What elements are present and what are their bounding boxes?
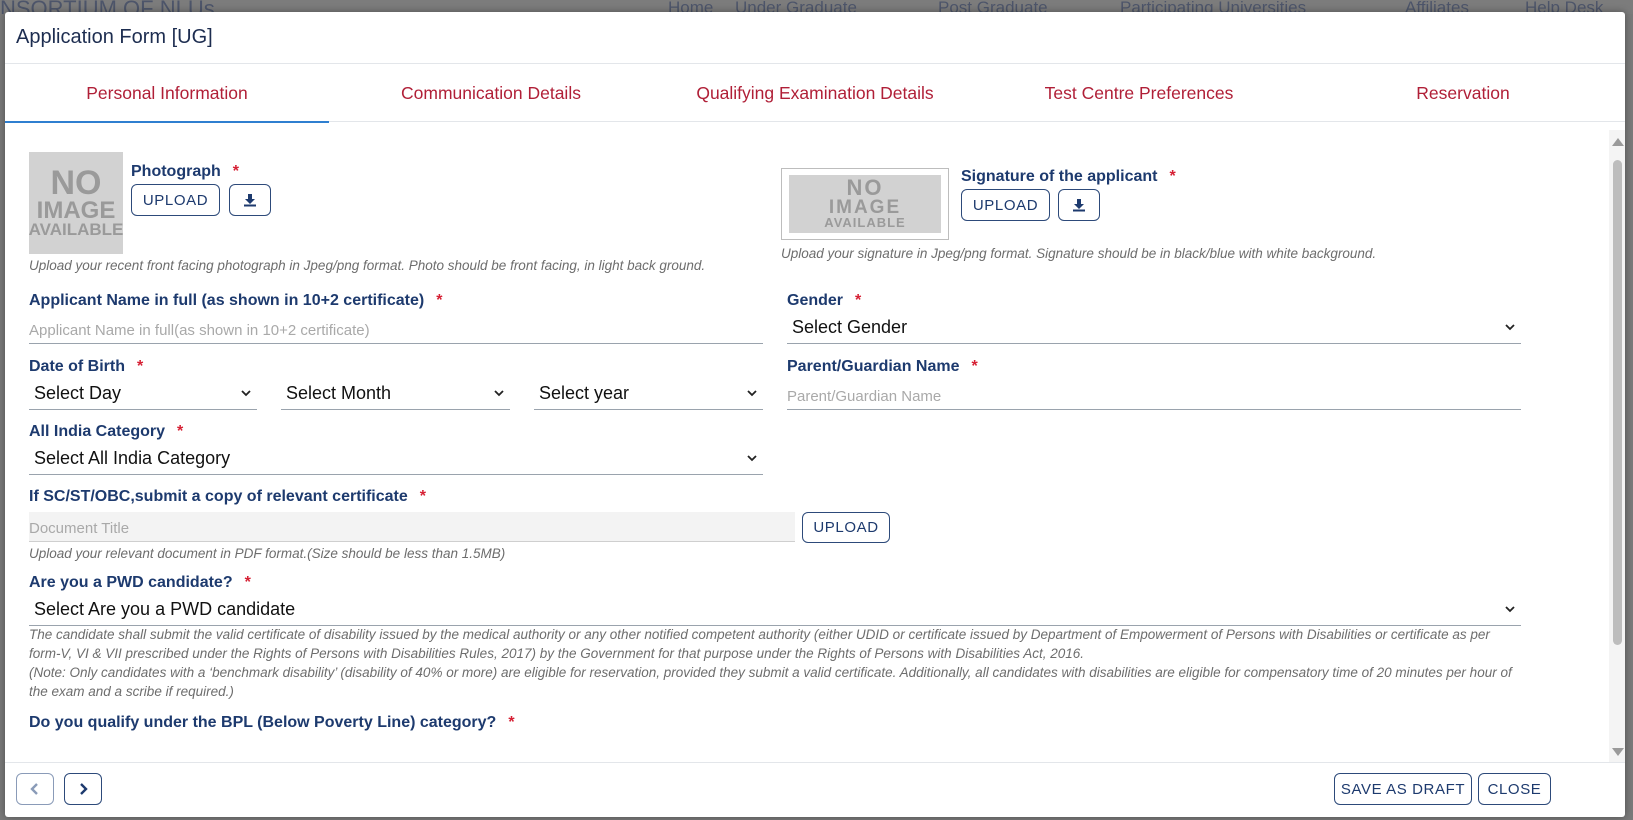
dob-label-text: Date of Birth [29, 358, 125, 375]
bpl-label-text: Do you qualify under the BPL (Below Pove… [29, 714, 497, 731]
gender-select[interactable]: Select Gender [787, 312, 1521, 344]
tab-reservation[interactable]: Reservation [1301, 64, 1625, 122]
photo-label-text: Photograph [131, 163, 221, 180]
modal-footer: SAVE AS DRAFT CLOSE [5, 762, 1625, 817]
signature-label: Signature of the applicant * [961, 168, 1176, 186]
dob-month-select[interactable]: Select Month [281, 378, 510, 410]
form-body: NO IMAGE AVAILABLE Photograph * UPLOAD Up… [5, 122, 1625, 762]
scroll-up-arrow-icon[interactable] [1612, 138, 1624, 146]
tab-communication-details[interactable]: Communication Details [329, 64, 653, 122]
chevron-down-icon [241, 390, 251, 397]
required-marker: * [137, 358, 144, 375]
pwd-label: Are you a PWD candidate? * [29, 574, 251, 592]
chevron-down-icon [747, 390, 757, 397]
signature-label-text: Signature of the applicant [961, 168, 1158, 185]
photo-noimg-line2: IMAGE [36, 196, 116, 224]
chevron-down-icon [1505, 606, 1515, 613]
photo-hint: Upload your recent front facing photogra… [29, 258, 706, 273]
signature-preview: NO IMAGE AVAILABLE [789, 175, 941, 233]
modal-title: Application Form [UG] [16, 26, 213, 48]
download-icon [1073, 199, 1085, 212]
modal-header: Application Form [UG] [5, 12, 1625, 64]
signature-noimg-line3: AVAILABLE [824, 215, 906, 231]
required-marker: * [971, 358, 978, 375]
category-label-text: All India Category [29, 423, 166, 440]
signature-hint: Upload your signature in Jpeg/png format… [781, 246, 1377, 261]
gender-select-value: Select Gender [792, 317, 908, 337]
dob-day-select[interactable]: Select Day [29, 378, 257, 410]
guardian-name-input[interactable] [787, 380, 1521, 410]
chevron-left-icon [30, 783, 38, 795]
required-marker: * [1169, 168, 1176, 185]
gender-label: Gender * [787, 292, 861, 310]
dob-day-value: Select Day [34, 383, 122, 403]
signature-noimg-line1: NO [846, 175, 884, 201]
pwd-select-value: Select Are you a PWD candidate [34, 599, 296, 619]
category-select-value: Select All India Category [34, 448, 231, 468]
signature-download-button[interactable] [1058, 189, 1100, 221]
photo-noimg-line1: NO [50, 164, 102, 203]
required-marker: * [232, 163, 239, 180]
category-label: All India Category * [29, 423, 183, 441]
dob-year-value: Select year [539, 383, 630, 403]
application-modal: Application Form [UG] Personal Informati… [5, 12, 1625, 817]
gender-label-text: Gender [787, 292, 844, 309]
certificate-upload-button[interactable]: UPLOAD [802, 512, 890, 543]
pwd-note: (Note: Only candidates with a ‘benchmark… [29, 665, 1512, 699]
tab-qualifying-examination-details[interactable]: Qualifying Examination Details [653, 64, 977, 122]
close-button[interactable]: CLOSE [1478, 773, 1551, 805]
chevron-right-icon [80, 783, 88, 795]
required-marker: * [244, 574, 251, 591]
certificate-label: If SC/ST/OBC,submit a copy of relevant c… [29, 488, 426, 506]
next-button[interactable] [64, 773, 102, 805]
required-marker: * [177, 423, 184, 440]
signature-preview-frame: NO IMAGE AVAILABLE [781, 168, 949, 240]
required-marker: * [436, 292, 443, 309]
dob-month-value: Select Month [286, 383, 392, 403]
category-select[interactable]: Select All India Category [29, 443, 763, 475]
tab-personal-information[interactable]: Personal Information [5, 64, 329, 123]
save-as-draft-button[interactable]: SAVE AS DRAFT [1334, 773, 1472, 805]
certificate-hint: Upload your relevant document in PDF for… [29, 546, 506, 561]
bpl-label: Do you qualify under the BPL (Below Pove… [29, 714, 515, 732]
photo-noimg-line3: AVAILABLE [28, 220, 124, 240]
chevron-down-icon [494, 390, 504, 397]
applicant-name-label: Applicant Name in full (as shown in 10+2… [29, 292, 442, 310]
applicant-name-input[interactable] [29, 314, 763, 344]
tab-test-centre-preferences[interactable]: Test Centre Preferences [977, 64, 1301, 122]
dob-label: Date of Birth * [29, 358, 143, 376]
signature-upload-button[interactable]: UPLOAD [961, 189, 1050, 221]
photo-preview: NO IMAGE AVAILABLE [29, 152, 123, 254]
guardian-label: Parent/Guardian Name * [787, 358, 978, 376]
certificate-label-text: If SC/ST/OBC,submit a copy of relevant c… [29, 488, 408, 505]
required-marker: * [855, 292, 862, 309]
required-marker: * [508, 714, 515, 731]
download-icon [244, 194, 256, 207]
photo-label: Photograph * [131, 163, 239, 181]
required-marker: * [419, 488, 426, 505]
certificate-title-input[interactable] [29, 512, 795, 542]
guardian-label-text: Parent/Guardian Name [787, 358, 960, 375]
scroll-down-arrow-icon[interactable] [1612, 748, 1624, 756]
pwd-select[interactable]: Select Are you a PWD candidate [29, 594, 1521, 626]
previous-button[interactable] [16, 773, 54, 805]
photo-upload-button[interactable]: UPLOAD [131, 184, 220, 216]
photo-download-button[interactable] [229, 184, 271, 216]
form-tabs: Personal Information Communication Detai… [5, 64, 1625, 123]
dob-year-select[interactable]: Select year [534, 378, 763, 410]
pwd-label-text: Are you a PWD candidate? [29, 574, 233, 591]
pwd-hint: The candidate shall submit the valid cer… [29, 627, 1490, 661]
scroll-thumb[interactable] [1613, 160, 1622, 645]
chevron-down-icon [1505, 324, 1515, 331]
applicant-name-label-text: Applicant Name in full (as shown in 10+2… [29, 292, 425, 309]
chevron-down-icon [747, 455, 757, 462]
form-scrollbar[interactable] [1609, 130, 1625, 762]
